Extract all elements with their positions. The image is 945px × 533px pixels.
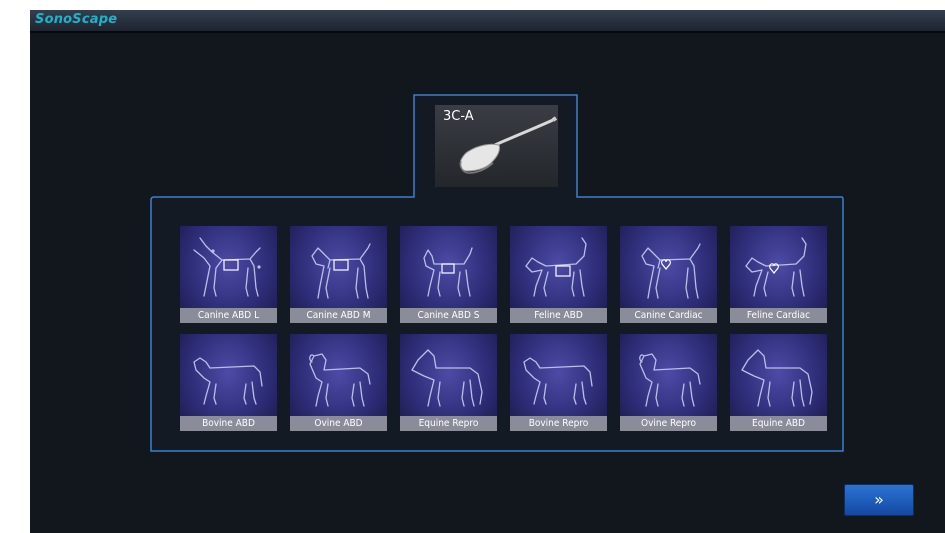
ultrasound-screen: SonoScape 3C-A Canine ABD L Canine ABD M… (30, 10, 945, 533)
preset-canine-abd-l[interactable]: Canine ABD L (180, 226, 277, 323)
next-button[interactable]: » (844, 484, 914, 516)
preset-label: Equine ABD (730, 416, 827, 431)
preset-canine-abd-m[interactable]: Canine ABD M (290, 226, 387, 323)
preset-bovine-abd[interactable]: Bovine ABD (180, 334, 277, 431)
preset-label: Ovine ABD (290, 416, 387, 431)
probe-name: 3C-A (443, 109, 474, 124)
preset-label: Canine Cardiac (620, 308, 717, 323)
preset-label: Canine ABD S (400, 308, 497, 323)
preset-equine-repro[interactable]: Equine Repro (400, 334, 497, 431)
preset-label: Canine ABD L (180, 308, 277, 323)
preset-label: Bovine Repro (510, 416, 607, 431)
preset-bovine-repro[interactable]: Bovine Repro (510, 334, 607, 431)
preset-ovine-abd[interactable]: Ovine ABD (290, 334, 387, 431)
preset-feline-cardiac[interactable]: Feline Cardiac (730, 226, 827, 323)
preset-label: Feline Cardiac (730, 308, 827, 323)
double-chevron-right-icon: » (874, 490, 884, 509)
preset-equine-abd[interactable]: Equine ABD (730, 334, 827, 431)
preset-canine-cardiac[interactable]: Canine Cardiac (620, 226, 717, 323)
preset-ovine-repro[interactable]: Ovine Repro (620, 334, 717, 431)
preset-label: Bovine ABD (180, 416, 277, 431)
preset-label: Equine Repro (400, 416, 497, 431)
probe-card[interactable]: 3C-A (435, 105, 558, 187)
preset-label: Canine ABD M (290, 308, 387, 323)
preset-feline-abd[interactable]: Feline ABD (510, 226, 607, 323)
preset-canine-abd-s[interactable]: Canine ABD S (400, 226, 497, 323)
preset-label: Feline ABD (510, 308, 607, 323)
preset-grid: Canine ABD L Canine ABD M Canine ABD S F… (180, 226, 830, 431)
preset-label: Ovine Repro (620, 416, 717, 431)
